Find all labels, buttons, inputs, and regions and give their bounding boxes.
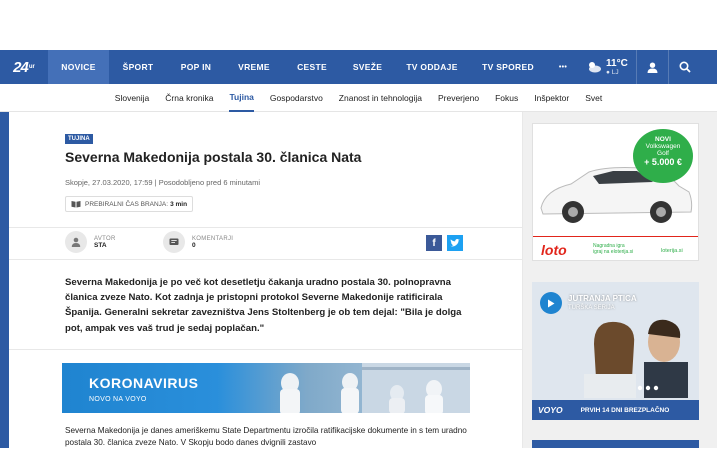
twitter-share-button[interactable] [447,235,463,251]
ad1-site: loterija.si [661,248,683,254]
top-spacer [0,0,717,50]
author-block: AVTOR STA [65,231,116,253]
voyo-cta-text: PRVIH 14 DNI BREZPLAČNO [580,406,670,414]
user-icon [71,237,81,247]
logo-sub: ur [28,64,35,70]
comments-label: KOMENTARJI [192,235,234,242]
banner-title: KORONAVIRUS [89,375,199,391]
show-title: JUTRANJA PTICA [568,294,637,303]
banner-subtitle: NOVO NA VOYO [89,396,147,403]
play-icon [548,299,555,307]
sidebar: NOVI Volkswagen Golf + 5.000 € loto Nagr… [523,112,717,448]
ad1-note2: igraj na eloterija.si [593,249,634,255]
weather-temp: 11°C [606,57,628,69]
reading-time-label: PREBIRALNI ČAS BRANJA: [85,200,169,208]
twitter-icon [450,239,460,247]
weather-location: ● LJ [606,68,619,76]
sub-nav: Slovenija Črna kronika Tujina Gospodarst… [0,84,717,112]
loto-golf-ad[interactable]: NOVI Volkswagen Golf + 5.000 € loto Nagr… [532,123,699,261]
facebook-icon: f [432,237,436,249]
subnav-item-crna-kronika[interactable]: Črna kronika [165,84,213,112]
ad1-note: Nagradna igra igraj na eloterija.si [593,243,633,255]
badge-price: + 5.000 € [644,157,682,167]
loto-logo: loto [541,242,567,258]
nav-item-novice[interactable]: NOVICE [48,50,109,84]
nav-item-sveze[interactable]: SVEŽE [341,50,394,84]
divider [9,227,523,228]
subnav-item-tujina[interactable]: Tujina [229,84,254,112]
play-button[interactable] [540,292,562,314]
book-icon [71,201,81,208]
divider [9,259,523,260]
reading-time: PREBIRALNI ČAS BRANJA: 3 min [65,196,194,212]
badge-line3: Golf [657,150,669,157]
nav-item-tv-spored[interactable]: TV SPORED [470,50,546,84]
facebook-share-button[interactable]: f [426,235,442,251]
site-logo[interactable]: 24 ur [0,50,48,84]
subnav-item-svet[interactable]: Svet [585,84,602,112]
weather-cloud-sun-icon [589,62,601,73]
comment-icon [169,238,179,245]
subnav-item-preverjeno[interactable]: Preverjeno [438,84,479,112]
comments-icon-wrap [163,231,185,253]
nav-item-tv-oddaje[interactable]: TV ODDAJE [394,50,470,84]
jutranja-ptica-ad[interactable]: JUTRANJA PTICA TURŠKA SERIJA VOYO PRVIH … [532,282,699,420]
article-body: Severna Makedonija je danes ameriškemu S… [65,426,467,447]
subnav-item-fokus[interactable]: Fokus [495,84,518,112]
show-subtitle: TURŠKA SERIJA [568,305,615,311]
comments-count: 0 [192,241,196,249]
sidebar-next-block [532,440,699,448]
article: TUJINA Severna Makedonija postala 30. čl… [9,112,523,448]
category-badge[interactable]: TUJINA [65,134,93,144]
subnav-item-gospodarstvo[interactable]: Gospodarstvo [270,84,323,112]
author-avatar [65,231,87,253]
comments-block[interactable]: KOMENTARJI 0 [163,231,233,253]
left-accent-bar [0,112,9,448]
subnav-item-inspektor[interactable]: Inšpektor [534,84,569,112]
voyo-logo: VOYO [538,405,563,415]
reading-time-value: 3 min [170,200,188,208]
badge-line2: Volkswagen [645,143,681,150]
more-menu-button[interactable]: ••• [546,50,580,84]
badge-line1: NOVI [655,136,671,143]
subnav-item-znanost[interactable]: Znanost in tehnologija [339,84,422,112]
article-title: Severna Makedonija postala 30. članica N… [65,149,362,165]
nav-item-pop-in[interactable]: POP IN [167,50,225,84]
koronavirus-banner[interactable]: KORONAVIRUS NOVO NA VOYO [62,363,470,413]
weather-widget[interactable]: 11°C ● LJ [586,50,636,84]
search-icon [678,61,691,73]
nav-item-vreme[interactable]: VREME [225,50,283,84]
logo-text: 24 [13,58,29,76]
article-meta: Skopje, 27.03.2020, 17:59 | Posodobljeno… [65,178,260,187]
divider [9,349,523,350]
user-button[interactable] [636,50,668,84]
article-lead: Severna Makedonija je po več kot desetle… [65,277,462,334]
author-name[interactable]: STA [94,242,116,249]
voyo-cta-bar[interactable]: VOYO PRVIH 14 DNI BREZPLAČNO [532,400,699,420]
user-icon [647,62,658,73]
ad-green-badge: NOVI Volkswagen Golf + 5.000 € [633,129,693,183]
nav-item-sport[interactable]: ŠPORT [109,50,167,84]
search-button[interactable] [668,50,700,84]
subnav-item-slovenija[interactable]: Slovenija [115,84,150,112]
author-label: AVTOR [94,235,116,242]
nav-item-ceste[interactable]: CESTE [283,50,341,84]
main-nav: 24 ur NOVICE ŠPORT POP IN VREME CESTE SVE… [0,50,717,84]
